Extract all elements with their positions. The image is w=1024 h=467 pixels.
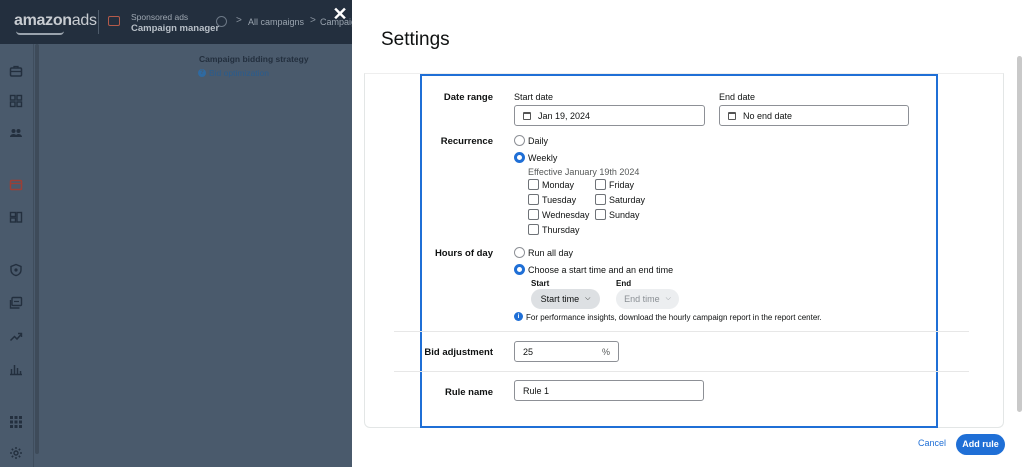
end-date-value: No end date: [743, 110, 793, 121]
start-date-value: Jan 19, 2024: [538, 110, 591, 121]
recurrence-weekly-radio[interactable]: [514, 152, 525, 163]
settings-panel: Settings Date range Start date Jan 19, 2…: [352, 0, 1024, 467]
page-title: Settings: [381, 29, 450, 50]
run-all-day-label[interactable]: Run all day: [528, 248, 573, 258]
calendar-icon: [728, 111, 736, 120]
product-title[interactable]: Campaign manager: [131, 23, 219, 34]
campaign-icon[interactable]: [9, 178, 23, 192]
end-time-dropdown[interactable]: End time ⌵: [616, 289, 679, 309]
bid-adjustment-label: Bid adjustment: [424, 347, 493, 358]
breadcrumb-separator: >: [310, 15, 316, 26]
run-all-day-radio[interactable]: [514, 247, 525, 258]
end-date-field[interactable]: No end date: [719, 105, 909, 126]
start-time-dropdown[interactable]: Start time ⌵: [531, 289, 600, 309]
close-icon[interactable]: ✕: [331, 5, 349, 23]
top-navigation-bar: amazonads Sponsored ads Campaign manager…: [0, 0, 352, 44]
apps-grid-icon[interactable]: [9, 415, 23, 429]
thursday-label[interactable]: Thursday: [542, 225, 580, 235]
monday-label[interactable]: Monday: [542, 180, 574, 190]
effective-date-text: Effective January 19th 2024: [528, 167, 640, 177]
logo-smile-icon: [16, 31, 64, 35]
add-rule-button[interactable]: Add rule: [956, 434, 1005, 455]
shield-icon[interactable]: [9, 263, 23, 277]
monday-checkbox[interactable]: [528, 179, 539, 190]
hours-info-text: For performance insights, download the h…: [526, 313, 822, 322]
end-date-label: End date: [719, 92, 756, 102]
wednesday-label[interactable]: Wednesday: [542, 210, 589, 220]
sidenav-scrollbar[interactable]: [35, 44, 39, 454]
hours-of-day-label: Hours of day: [434, 248, 493, 259]
sunday-checkbox[interactable]: [595, 209, 606, 220]
panel-scrollbar[interactable]: [1017, 56, 1022, 412]
product-subtitle: Sponsored ads: [131, 12, 189, 22]
help-icon: ?: [198, 69, 206, 77]
trend-icon[interactable]: [9, 329, 23, 343]
end-time-label: End: [616, 279, 632, 288]
thursday-checkbox[interactable]: [528, 224, 539, 235]
divider: [394, 371, 969, 372]
reports-icon[interactable]: [9, 296, 23, 310]
cancel-button[interactable]: Cancel: [918, 438, 946, 448]
settings-icon[interactable]: [9, 446, 23, 460]
info-icon: i: [514, 312, 523, 321]
chevron-down-icon: ⌵: [665, 295, 671, 302]
home-icon[interactable]: [216, 16, 227, 27]
amazon-ads-logo[interactable]: amazonads: [14, 12, 97, 30]
recurrence-daily-label[interactable]: Daily: [528, 136, 548, 146]
background-app: amazonads Sponsored ads Campaign manager…: [0, 0, 352, 467]
start-time-value: Start time: [540, 294, 580, 304]
bid-optimization-link[interactable]: Bid optimization: [209, 68, 269, 78]
sunday-label[interactable]: Sunday: [609, 210, 640, 220]
dashboard-icon[interactable]: [9, 94, 23, 108]
friday-label[interactable]: Friday: [609, 180, 634, 190]
tuesday-checkbox[interactable]: [528, 194, 539, 205]
topbar-divider: [98, 10, 99, 34]
recurrence-label: Recurrence: [440, 136, 493, 147]
start-date-label: Start date: [514, 92, 554, 102]
users-icon[interactable]: [9, 126, 23, 140]
campaign-bidding-strategy-label: Campaign bidding strategy: [199, 54, 309, 64]
divider: [394, 331, 969, 332]
calendar-icon: [523, 111, 531, 120]
bid-adjustment-value: 25: [523, 346, 534, 357]
bar-chart-icon[interactable]: [9, 362, 23, 376]
bid-adjustment-input[interactable]: 25 %: [514, 341, 619, 362]
custom-time-radio[interactable]: [514, 264, 525, 275]
breadcrumb-all-campaigns[interactable]: All campaigns: [248, 17, 304, 27]
start-time-label: Start: [531, 279, 550, 288]
sponsored-ads-icon: [108, 16, 120, 26]
recurrence-weekly-label[interactable]: Weekly: [528, 153, 557, 163]
start-date-field[interactable]: Jan 19, 2024: [514, 105, 705, 126]
custom-time-label[interactable]: Choose a start time and an end time: [528, 265, 673, 275]
saturday-label[interactable]: Saturday: [609, 195, 645, 205]
side-navigation: [0, 44, 34, 467]
rule-name-label: Rule name: [444, 387, 493, 398]
end-time-value: End time: [624, 294, 660, 304]
chevron-down-icon: ⌵: [585, 295, 591, 302]
wednesday-checkbox[interactable]: [528, 209, 539, 220]
friday-checkbox[interactable]: [595, 179, 606, 190]
date-range-label: Date range: [443, 92, 493, 103]
rule-name-value: Rule 1: [523, 385, 550, 396]
rule-name-input[interactable]: Rule 1: [514, 380, 704, 401]
tuesday-label[interactable]: Tuesday: [542, 195, 576, 205]
breadcrumb-separator: >: [236, 15, 242, 26]
highlight-frame: [420, 74, 938, 428]
briefcase-icon[interactable]: [9, 64, 23, 78]
recurrence-daily-radio[interactable]: [514, 135, 525, 146]
ad-groups-icon[interactable]: [9, 210, 23, 224]
percent-unit: %: [601, 346, 610, 357]
saturday-checkbox[interactable]: [595, 194, 606, 205]
